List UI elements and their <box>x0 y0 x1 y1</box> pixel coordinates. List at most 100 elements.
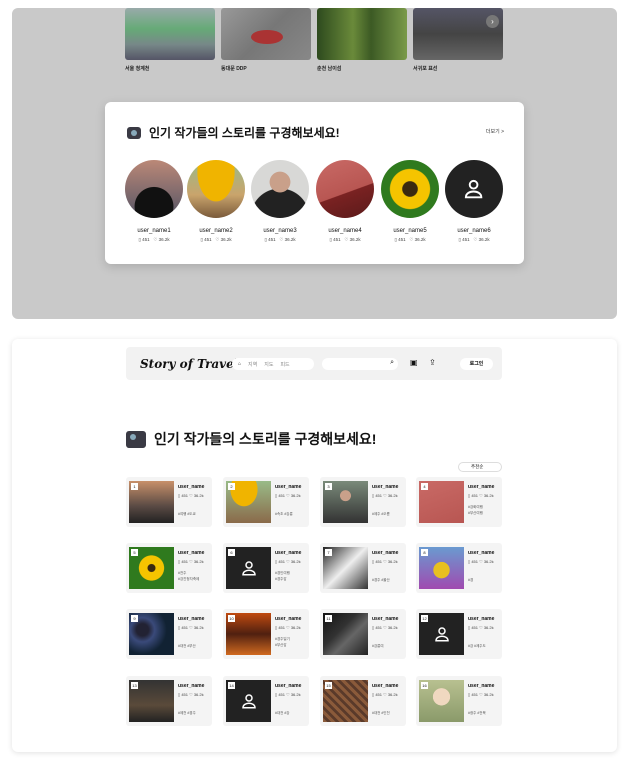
author-card[interactable]: 11 user_name ▯ 451 ♡ 36.2k #강릉여 <box>320 609 406 659</box>
author-stats: ▯ 451 ♡ 36.2k <box>275 493 301 498</box>
author-tags: #경 <box>468 577 500 583</box>
tag[interactable]: #경주감 <box>275 576 307 582</box>
avatar <box>381 160 439 218</box>
tag[interactable]: #대전 #강 <box>275 710 307 716</box>
author-name: user_name <box>178 616 205 622</box>
author-card[interactable]: 7 user_name ▯ 451 ♡ 36.2k #경주 #울산 <box>320 543 406 593</box>
author-card[interactable]: 2 user_name ▯ 451 ♡ 36.2k #속초 #강릉 <box>223 477 309 527</box>
author-tags: #대전 #부산 <box>178 643 210 649</box>
author-stats: ▯ 451 ♡ 36.2k <box>468 692 494 697</box>
tag[interactable]: #경 <box>468 577 500 583</box>
tag[interactable]: #부산여행 <box>468 510 500 516</box>
rank-badge: 5 <box>131 549 138 556</box>
author-name: user_name <box>468 484 495 490</box>
author-stats: ▯ 451 ♡ 36.2k <box>200 237 232 242</box>
author-card[interactable]: 6 user_name ▯ 451 ♡ 36.2k #경인여행 #경주감 <box>223 543 309 593</box>
author-tags: #속초 #강릉 <box>275 511 307 517</box>
author-tags: #대전 #강 <box>275 710 307 716</box>
rank-badge: 8 <box>421 549 428 556</box>
author-item[interactable]: user_name6 ▯ 451 ♡ 36.2k <box>445 160 503 243</box>
author-stats: ▯ 451 ♡ 36.2k <box>372 493 398 498</box>
author-tags: #강 #제주도 <box>468 643 500 649</box>
author-stats: ▯ 451 ♡ 36.2k <box>458 237 490 242</box>
author-stats: ▯ 451 ♡ 36.2k <box>178 559 204 564</box>
author-name: user_name <box>275 550 302 556</box>
rank-badge: 13 <box>131 682 138 689</box>
author-tags: #광주 #전북 <box>468 710 500 716</box>
tag[interactable]: #여행 #도쿄 <box>178 511 210 517</box>
author-card[interactable]: 5 user_name ▯ 451 ♡ 36.2k #전주 #강진청자축제 <box>126 543 212 593</box>
author-stats: ▯ 451 ♡ 36.2k <box>372 559 398 564</box>
tag[interactable]: #강 #제주도 <box>468 643 500 649</box>
author-item[interactable]: user_name5 ▯ 451 ♡ 36.2k <box>381 160 439 243</box>
author-name: user_name <box>372 550 399 556</box>
place-card[interactable]: 서울 청계천 <box>125 8 215 72</box>
author-stats: ▯ 451 ♡ 36.2k <box>372 692 398 697</box>
search-input[interactable]: ⌕ <box>322 358 398 370</box>
nav-item[interactable]: 피드 <box>280 361 289 368</box>
author-name: user_name2 <box>199 228 233 234</box>
author-item[interactable]: user_name2 ▯ 451 ♡ 36.2k <box>187 160 245 243</box>
author-name: user_name <box>178 683 205 689</box>
author-tags: #대전 #인천 <box>372 710 404 716</box>
place-card[interactable]: 동대문 DDP <box>221 8 311 72</box>
sort-dropdown[interactable]: 추천순 <box>458 462 502 472</box>
search-icon[interactable]: ⌕ <box>390 359 394 367</box>
nav-item[interactable]: 지도 <box>264 361 273 368</box>
tag[interactable]: #대전 #부산 <box>178 643 210 649</box>
author-tags: #제주 #오름 <box>372 511 404 517</box>
place-image <box>125 8 215 60</box>
author-item[interactable]: user_name4 ▯ 451 ♡ 36.2k <box>316 160 374 243</box>
author-tags: #여행 #도쿄 <box>178 511 210 517</box>
author-card[interactable]: 12 user_name ▯ 451 ♡ 36.2k #강 #제주도 <box>416 609 502 659</box>
tag[interactable]: #경주 #울산 <box>372 577 404 583</box>
author-card[interactable]: 14 user_name ▯ 451 ♡ 36.2k #대전 #강 <box>223 676 309 726</box>
tag[interactable]: #속초 #강릉 <box>275 511 307 517</box>
author-item[interactable]: user_name3 ▯ 451 ♡ 36.2k <box>251 160 309 243</box>
author-name: user_name <box>468 550 495 556</box>
author-item[interactable]: user_name1 ▯ 451 ♡ 36.2k <box>125 160 183 243</box>
author-card[interactable]: 8 user_name ▯ 451 ♡ 36.2k #경 <box>416 543 502 593</box>
person-icon <box>241 694 256 709</box>
author-stats: ▯ 451 ♡ 36.2k <box>394 237 426 242</box>
tag[interactable]: #부산감 <box>275 642 307 648</box>
author-card[interactable]: 13 user_name ▯ 451 ♡ 36.2k #제천 #경주 <box>126 676 212 726</box>
author-stats: ▯ 451 ♡ 36.2k <box>275 692 301 697</box>
author-stats: ▯ 451 ♡ 36.2k <box>264 237 296 242</box>
tag[interactable]: #강릉여 <box>372 643 404 649</box>
author-card[interactable]: 16 user_name ▯ 451 ♡ 36.2k #광주 #전북 <box>416 676 502 726</box>
place-label: 서울 청계천 <box>125 66 150 72</box>
carousel-next-button[interactable]: › <box>486 15 499 28</box>
upload-icon[interactable]: ⇪ <box>429 358 436 367</box>
author-tags: #강릉여 <box>372 643 404 649</box>
tag[interactable]: #제천 #경주 <box>178 710 210 716</box>
author-stats: ▯ 451 ♡ 36.2k <box>138 237 170 242</box>
author-card[interactable]: 3 user_name ▯ 451 ♡ 36.2k #제주 #오름 <box>320 477 406 527</box>
rank-badge: 1 <box>131 483 138 490</box>
author-card[interactable]: 10 user_name ▯ 451 ♡ 36.2k #경주일기 #부산감 <box>223 609 309 659</box>
person-icon <box>465 180 483 199</box>
home-icon[interactable]: ⌂ <box>238 361 241 367</box>
image-icon[interactable]: ▣ <box>410 358 418 367</box>
logo[interactable]: Story of Travel <box>140 357 238 371</box>
tag[interactable]: #광주 #전북 <box>468 710 500 716</box>
nav-item[interactable]: 지역 <box>248 361 257 368</box>
author-name: user_name <box>275 616 302 622</box>
tag[interactable]: #대전 #인천 <box>372 710 404 716</box>
tag[interactable]: #강진청자축제 <box>178 576 210 582</box>
author-card[interactable]: 9 user_name ▯ 451 ♡ 36.2k #대전 #부산 <box>126 609 212 659</box>
place-label: 춘천 남이섬 <box>317 66 342 72</box>
author-card[interactable]: 4 user_name ▯ 451 ♡ 36.2k #강화여행 #부산여행 <box>416 477 502 527</box>
place-card[interactable]: 춘천 남이섬 <box>317 8 407 72</box>
rank-badge: 7 <box>325 549 332 556</box>
camera-icon <box>127 126 141 139</box>
rank-badge: 2 <box>228 483 235 490</box>
place-image <box>221 8 311 60</box>
tag[interactable]: #제주 #오름 <box>372 511 404 517</box>
more-link[interactable]: 더보기 > <box>486 128 504 135</box>
rank-badge: 15 <box>325 682 332 689</box>
author-card[interactable]: 15 user_name ▯ 451 ♡ 36.2k #대전 #인천 <box>320 676 406 726</box>
login-button[interactable]: 로그인 <box>460 358 493 370</box>
author-card[interactable]: 1 user_name ▯ 451 ♡ 36.2k #여행 #도쿄 <box>126 477 212 527</box>
person-icon <box>434 627 449 642</box>
